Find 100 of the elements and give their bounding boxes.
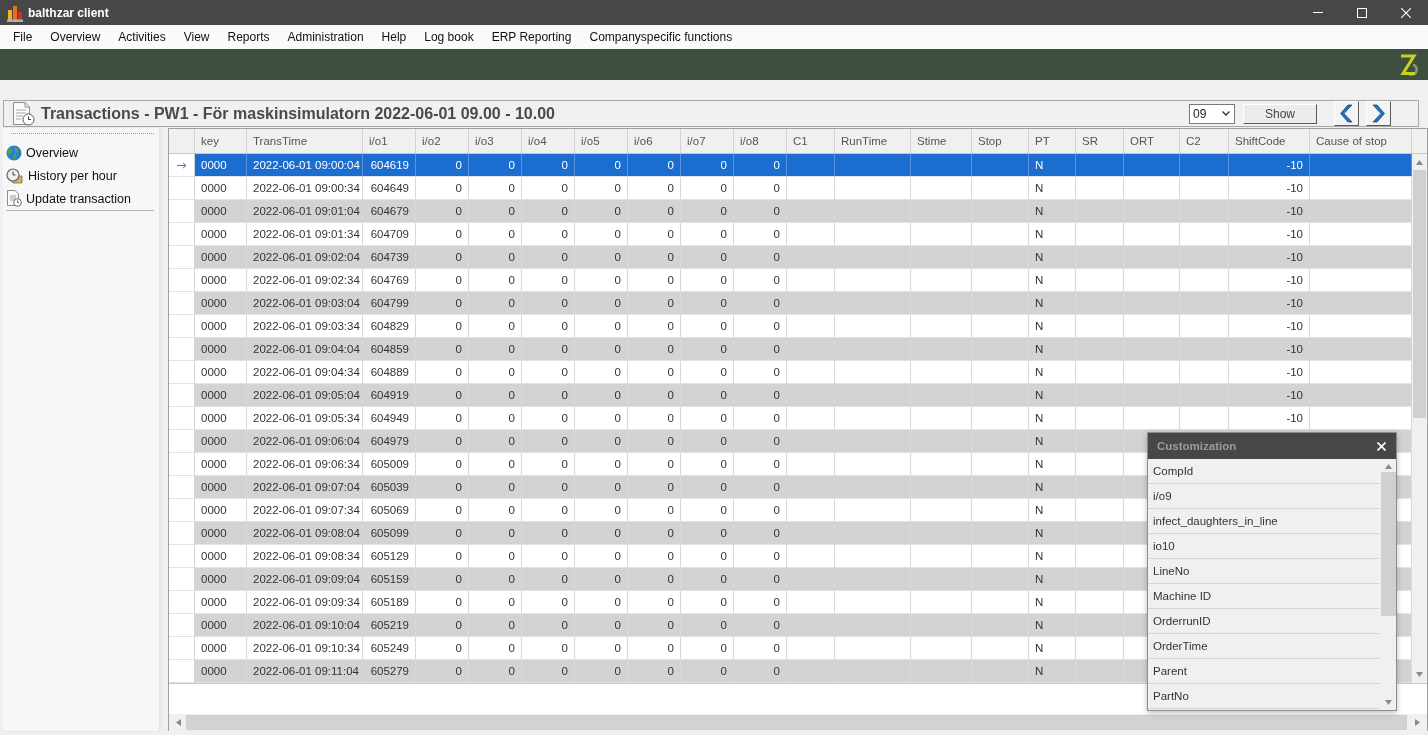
menu-item[interactable]: ERP Reporting bbox=[482, 30, 581, 44]
scrollbar-thumb[interactable] bbox=[1380, 472, 1396, 616]
menu-item[interactable]: Companyspecific functions bbox=[580, 30, 742, 44]
close-icon bbox=[1376, 441, 1386, 451]
column-header[interactable]: key bbox=[195, 129, 247, 153]
sidebar-item[interactable]: Overview bbox=[6, 141, 154, 164]
menu-item[interactable]: Help bbox=[372, 30, 416, 44]
table-cell: 0 bbox=[469, 361, 522, 383]
table-cell: N bbox=[1029, 361, 1076, 383]
table-row[interactable]: 0000 2022-06-01 09:04:04 604859 0 0 0 0 0 0 0 N -10 bbox=[169, 338, 1412, 361]
sidebar-item[interactable]: History per hour bbox=[6, 164, 154, 187]
table-cell: 0 bbox=[628, 384, 681, 406]
field-item[interactable]: PartNo bbox=[1148, 684, 1380, 709]
table-cell: 0 bbox=[416, 430, 469, 452]
table-cell: 0 bbox=[734, 246, 787, 268]
table-cell: 2022-06-01 09:05:34 bbox=[247, 407, 363, 429]
table-cell: 2022-06-01 09:10:34 bbox=[247, 637, 363, 659]
column-header[interactable]: i/o6 bbox=[628, 129, 681, 153]
table-cell: 0 bbox=[416, 591, 469, 613]
table-cell: 0 bbox=[416, 200, 469, 222]
table-cell: N bbox=[1029, 614, 1076, 636]
table-cell: 605099 bbox=[363, 522, 416, 544]
menu-item[interactable]: Overview bbox=[41, 30, 110, 44]
table-cell: 2022-06-01 09:00:04 bbox=[247, 154, 363, 176]
table-row[interactable]: 0000 2022-06-01 09:05:04 604919 0 0 0 0 0 0 0 N -10 bbox=[169, 384, 1412, 407]
table-cell: 0 bbox=[681, 545, 734, 567]
table-cell: 0 bbox=[628, 430, 681, 452]
vertical-scrollbar[interactable] bbox=[1412, 154, 1427, 683]
field-item[interactable]: io10 bbox=[1148, 534, 1380, 559]
table-cell: 0 bbox=[416, 660, 469, 682]
table-cell: 0 bbox=[575, 407, 628, 429]
table-cell: 0 bbox=[628, 338, 681, 360]
table-cell: 0 bbox=[734, 223, 787, 245]
table-cell: 0 bbox=[469, 637, 522, 659]
table-cell: 0000 bbox=[195, 269, 247, 291]
previous-button[interactable] bbox=[1334, 101, 1359, 126]
table-cell: 0000 bbox=[195, 660, 247, 682]
menu-item[interactable]: Administration bbox=[278, 30, 373, 44]
sidebar-item[interactable]: Update transaction bbox=[6, 187, 154, 210]
table-row[interactable]: 0000 2022-06-01 09:02:04 604739 0 0 0 0 0 0 0 N -10 bbox=[169, 246, 1412, 269]
column-header[interactable]: i/o4 bbox=[522, 129, 575, 153]
table-cell: 0 bbox=[628, 407, 681, 429]
column-header[interactable]: PT bbox=[1029, 129, 1076, 153]
menu-item[interactable]: Reports bbox=[218, 30, 279, 44]
column-header[interactable]: TransTime bbox=[247, 129, 363, 153]
table-cell: 0 bbox=[575, 591, 628, 613]
menu-item[interactable]: Log book bbox=[415, 30, 483, 44]
scrollbar-thumb[interactable] bbox=[1413, 170, 1426, 418]
column-header[interactable]: ORT bbox=[1124, 129, 1180, 153]
table-cell: 0 bbox=[522, 361, 575, 383]
field-item[interactable]: CompId bbox=[1148, 459, 1380, 484]
column-header[interactable]: i/o1 bbox=[363, 129, 416, 153]
column-header[interactable]: SR bbox=[1076, 129, 1124, 153]
table-cell: 604859 bbox=[363, 338, 416, 360]
column-header[interactable]: ShiftCode bbox=[1229, 129, 1310, 153]
table-row[interactable]: 0000 2022-06-01 09:00:04 604619 0 0 0 0 0 0 0 N -10 bbox=[169, 154, 1412, 177]
column-header[interactable]: RunTime bbox=[835, 129, 911, 153]
column-header[interactable]: i/o3 bbox=[469, 129, 522, 153]
table-cell: N bbox=[1029, 292, 1076, 314]
field-item[interactable]: LineNo bbox=[1148, 559, 1380, 584]
menu-item[interactable]: File bbox=[4, 30, 42, 44]
table-cell: 2022-06-01 09:03:34 bbox=[247, 315, 363, 337]
table-cell: 0 bbox=[575, 315, 628, 337]
hour-select[interactable]: 09 bbox=[1189, 103, 1235, 124]
table-cell: 2022-06-01 09:11:04 bbox=[247, 660, 363, 682]
show-button[interactable]: Show bbox=[1243, 103, 1317, 124]
menu-item[interactable]: View bbox=[174, 30, 219, 44]
table-cell: 2022-06-01 09:04:34 bbox=[247, 361, 363, 383]
field-item[interactable]: OrderrunID bbox=[1148, 609, 1380, 634]
column-header[interactable]: Stop bbox=[972, 129, 1029, 153]
down-arrow-icon bbox=[1384, 699, 1392, 706]
column-header[interactable]: i/o5 bbox=[575, 129, 628, 153]
table-cell: 0 bbox=[575, 200, 628, 222]
table-cell: 0000 bbox=[195, 430, 247, 452]
table-cell: 0000 bbox=[195, 522, 247, 544]
menu-item[interactable]: Activities bbox=[109, 30, 175, 44]
column-header[interactable]: Stime bbox=[911, 129, 972, 153]
field-item[interactable]: Parent bbox=[1148, 659, 1380, 684]
table-row[interactable]: 0000 2022-06-01 09:01:04 604679 0 0 0 0 0 0 0 N -10 bbox=[169, 200, 1412, 223]
field-item[interactable]: Machine ID bbox=[1148, 584, 1380, 609]
right-arrow-icon bbox=[1414, 719, 1421, 726]
field-item[interactable]: i/o9 bbox=[1148, 484, 1380, 509]
next-button[interactable] bbox=[1366, 101, 1391, 126]
column-header[interactable]: C2 bbox=[1180, 129, 1229, 153]
field-item[interactable]: OrderTime bbox=[1148, 634, 1380, 659]
column-header[interactable]: Cause of stop bbox=[1310, 129, 1412, 153]
column-header[interactable]: i/o8 bbox=[734, 129, 787, 153]
table-cell: 2022-06-01 09:10:04 bbox=[247, 614, 363, 636]
table-cell: -10 bbox=[1229, 361, 1310, 383]
table-cell: 0 bbox=[469, 223, 522, 245]
table-row[interactable]: 0000 2022-06-01 09:03:04 604799 0 0 0 0 0 0 0 N -10 bbox=[169, 292, 1412, 315]
table-cell: 0 bbox=[469, 407, 522, 429]
column-header[interactable]: i/o7 bbox=[681, 129, 734, 153]
table-cell: 0 bbox=[469, 453, 522, 475]
table-cell: 0 bbox=[469, 499, 522, 521]
table-cell: 0 bbox=[522, 315, 575, 337]
field-item[interactable]: infect_daughters_in_line bbox=[1148, 509, 1380, 534]
table-cell: 0 bbox=[575, 154, 628, 176]
column-header[interactable]: i/o2 bbox=[416, 129, 469, 153]
table-cell: 0000 bbox=[195, 407, 247, 429]
